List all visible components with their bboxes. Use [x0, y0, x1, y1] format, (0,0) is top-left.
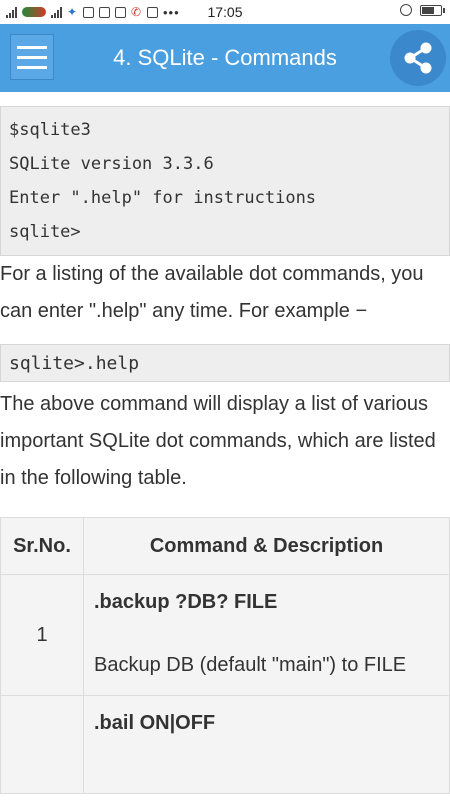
row-number: [0, 695, 84, 794]
command-name: .backup ?DB? FILE: [94, 591, 278, 613]
commands-table: Sr.No. Command & Description 1 .backup ?…: [0, 517, 450, 794]
share-icon: [404, 42, 432, 74]
code-line: sqlite>: [9, 222, 81, 242]
code-line: $sqlite3: [9, 120, 91, 140]
code-line: SQLite version 3.3.6: [9, 154, 214, 174]
command-description: Backup DB (default "main") to FILE: [94, 654, 407, 676]
column-header-srno: Sr.No.: [0, 517, 84, 575]
code-block: sqlite>.help: [0, 344, 450, 382]
status-bar: ✦ ✆ ••• 17:05: [0, 0, 450, 24]
command-cell: .backup ?DB? FILE Backup DB (default "ma…: [83, 574, 450, 696]
command-name: .bail ON|OFF: [94, 712, 216, 734]
hamburger-icon-bar: [17, 65, 47, 69]
battery-icon: [420, 4, 445, 16]
status-icons-right: [400, 4, 445, 16]
paragraph: For a listing of the available dot comma…: [0, 263, 424, 322]
hamburger-icon-bar: [17, 55, 47, 59]
row-number: 1: [0, 574, 84, 696]
table-row: .bail ON|OFF: [0, 695, 450, 794]
code-line: Enter ".help" for instructions: [9, 188, 317, 208]
table-header-row: Sr.No. Command & Description: [0, 517, 450, 575]
hamburger-icon-bar: [17, 45, 47, 49]
paragraph: The above command will display a list of…: [0, 393, 436, 489]
column-header-command: Command & Description: [83, 517, 450, 575]
article-content[interactable]: $sqlite3 SQLite version 3.3.6 Enter ".he…: [0, 92, 450, 800]
page-title: 4. SQLite - Commands: [113, 45, 337, 70]
table-row: 1 .backup ?DB? FILE Backup DB (default "…: [0, 574, 450, 696]
share-button[interactable]: [390, 30, 446, 86]
command-cell: .bail ON|OFF: [83, 695, 450, 794]
app-bar: 4. SQLite - Commands: [0, 24, 450, 92]
code-block: $sqlite3 SQLite version 3.3.6 Enter ".he…: [0, 106, 450, 256]
clock: 17:05: [207, 4, 243, 20]
alarm-icon: [400, 4, 412, 16]
menu-button[interactable]: [10, 34, 54, 80]
